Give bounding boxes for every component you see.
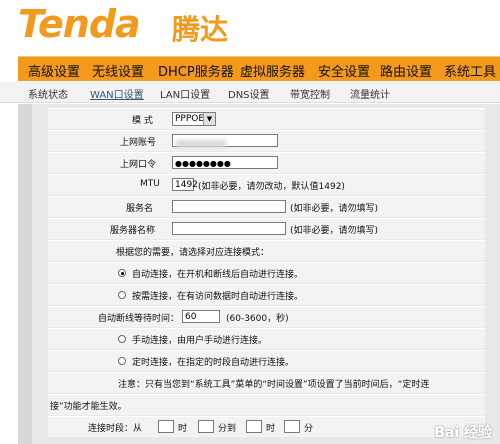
manual-text: 手动连接，由用户手动进行连接。	[132, 336, 268, 346]
row-idle: 自动断线等待时间： 60 (60-3600，秒)	[48, 306, 485, 327]
radio-auto[interactable]	[118, 269, 126, 277]
row-account: 上网账号	[48, 130, 485, 151]
nav-advanced[interactable]: 高级设置	[28, 61, 80, 80]
nav-system-tools[interactable]: 系统工具	[444, 61, 496, 80]
subnav-bandwidth[interactable]: 带宽控制	[290, 86, 330, 101]
row-manual: 手动连接，由用户手动进行连接。	[48, 328, 485, 349]
subnav-lan[interactable]: LAN口设置	[160, 86, 210, 101]
period-h2: 时	[266, 424, 276, 434]
account-label: 上网账号	[120, 138, 157, 148]
idle-hint: (60-3600，秒)	[226, 314, 289, 324]
left-column	[18, 104, 32, 444]
nav-wireless[interactable]: 无线设置	[92, 61, 144, 80]
mtu-hint: (如非必要，请勿改动，默认值1492)	[198, 182, 345, 192]
row-timed: 定时连接，在指定的时段自动进行连接。	[48, 350, 485, 371]
main-nav: 高级设置 无线设置 DHCP服务器 虚拟服务器 安全设置 路由设置 系统工具	[18, 56, 500, 81]
chevron-down-icon: ▼	[203, 113, 215, 125]
period-start-hour[interactable]	[158, 420, 174, 433]
period-m2: 分	[304, 424, 314, 434]
radio-manual[interactable]	[118, 335, 126, 343]
mode-label: 模 式	[132, 116, 153, 126]
nav-routing[interactable]: 路由设置	[380, 61, 432, 80]
mtu-label: MTU	[140, 179, 160, 189]
row-choose: 根据您的需要，请选择对应连接模式：	[48, 240, 485, 261]
row-password: 上网口令 ●●●●●●●●	[48, 152, 485, 173]
mtu-input[interactable]: 1492	[172, 178, 198, 191]
radio-timed[interactable]	[118, 357, 126, 365]
auto-text: 自动连接，在开机和断线后自动进行连接。	[132, 270, 304, 280]
period-h1: 时	[178, 424, 188, 434]
idle-label: 自动断线等待时间：	[98, 314, 180, 324]
timed-text: 定时连接，在指定的时段自动进行连接。	[132, 358, 295, 368]
row-period: 连接时段：从 时 分到 时 分	[48, 416, 485, 437]
watermark: Bai 经验	[434, 425, 492, 441]
nav-security[interactable]: 安全设置	[318, 61, 370, 80]
server-hint: (如非必要，请勿填写)	[290, 226, 379, 236]
blurred-account-text	[176, 140, 226, 148]
password-input[interactable]: ●●●●●●●●	[172, 156, 278, 169]
period-end-hour[interactable]	[246, 420, 262, 433]
period-label: 连接时段：从	[88, 424, 143, 434]
service-hint: (如非必要，请勿填写)	[290, 204, 379, 214]
idle-input[interactable]: 60	[182, 310, 220, 323]
subnav-traffic[interactable]: 流量统计	[350, 86, 390, 101]
service-input[interactable]	[172, 200, 286, 213]
period-start-min[interactable]	[198, 420, 214, 433]
row-service: 服务名 (如非必要，请勿填写)	[48, 196, 485, 217]
nav-virtual-server[interactable]: 虚拟服务器	[240, 61, 305, 80]
row-mode: 模 式 PPPOE ▼	[48, 108, 485, 129]
mode-select[interactable]: PPPOE ▼	[172, 112, 216, 126]
header: Tenda 腾达	[0, 0, 500, 52]
sub-nav: 系统状态 WAN口设置 LAN口设置 DNS设置 带宽控制 流量统计	[0, 82, 500, 103]
row-auto: 自动连接，在开机和断线后自动进行连接。	[48, 262, 485, 283]
row-demand: 按需连接，在有访问数据时自动进行连接。	[48, 284, 485, 305]
period-m1: 分到	[218, 424, 237, 434]
password-label: 上网口令	[120, 160, 157, 170]
service-label: 服务名	[126, 204, 154, 214]
tenda-logo-cn: 腾达	[172, 13, 229, 46]
note-line2: 接”功能才能生效。	[50, 402, 127, 412]
subnav-wan[interactable]: WAN口设置	[90, 86, 144, 101]
tenda-logo: Tenda	[18, 2, 141, 46]
subnav-dns[interactable]: DNS设置	[228, 86, 270, 101]
demand-text: 按需连接，在有访问数据时自动进行连接。	[132, 292, 304, 302]
radio-demand[interactable]	[118, 291, 126, 299]
mode-value: PPPOE	[175, 114, 205, 124]
row-note1: 注意：只有当您到“系统工具”菜单的“时间设置”项设置了当前时间后，“定时连	[48, 372, 485, 393]
row-mtu: MTU 1492 (如非必要，请勿改动，默认值1492)	[48, 174, 485, 195]
row-server: 服务器名称 (如非必要，请勿填写)	[48, 218, 485, 239]
note-line1: 注意：只有当您到“系统工具”菜单的“时间设置”项设置了当前时间后，“定时连	[118, 380, 430, 390]
subnav-status[interactable]: 系统状态	[28, 86, 68, 101]
choose-mode-text: 根据您的需要，请选择对应连接模式：	[116, 248, 270, 258]
server-input[interactable]	[172, 222, 286, 235]
period-end-min[interactable]	[284, 420, 300, 433]
server-label: 服务器名称	[110, 226, 156, 236]
nav-dhcp[interactable]: DHCP服务器	[158, 61, 234, 80]
row-note2: 接”功能才能生效。	[48, 394, 485, 415]
